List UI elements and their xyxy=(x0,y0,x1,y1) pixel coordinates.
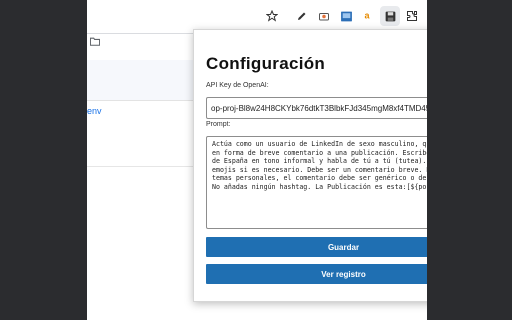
puzzle-icon[interactable] xyxy=(404,8,420,24)
save-button[interactable]: Guardar xyxy=(206,237,427,257)
monitor-icon[interactable] xyxy=(338,8,354,24)
browser-window: a ▼ env Configuración API Key de OpenAI:… xyxy=(87,0,427,320)
svg-text:a: a xyxy=(365,11,371,21)
api-key-label: API Key de OpenAI: xyxy=(206,82,269,89)
background-link[interactable]: env xyxy=(87,106,102,116)
prompt-label: Prompt: xyxy=(206,121,231,128)
star-icon[interactable] xyxy=(264,8,280,24)
pen-icon[interactable] xyxy=(294,8,310,24)
popup-title: Configuración xyxy=(206,54,326,73)
extension-save-icon[interactable] xyxy=(380,6,400,26)
camera-icon[interactable] xyxy=(316,8,332,24)
settings-popup: Configuración API Key de OpenAI: Prompt:… xyxy=(193,29,427,302)
left-dark-margin xyxy=(0,0,87,320)
prompt-textarea[interactable]: Actúa como un usuario de LinkedIn de sex… xyxy=(206,136,427,229)
amazon-icon[interactable]: a xyxy=(360,8,376,24)
view-log-button[interactable]: Ver registro xyxy=(206,264,427,284)
api-key-input[interactable] xyxy=(206,97,427,119)
right-dark-margin xyxy=(427,0,512,320)
folder-icon xyxy=(89,37,101,49)
